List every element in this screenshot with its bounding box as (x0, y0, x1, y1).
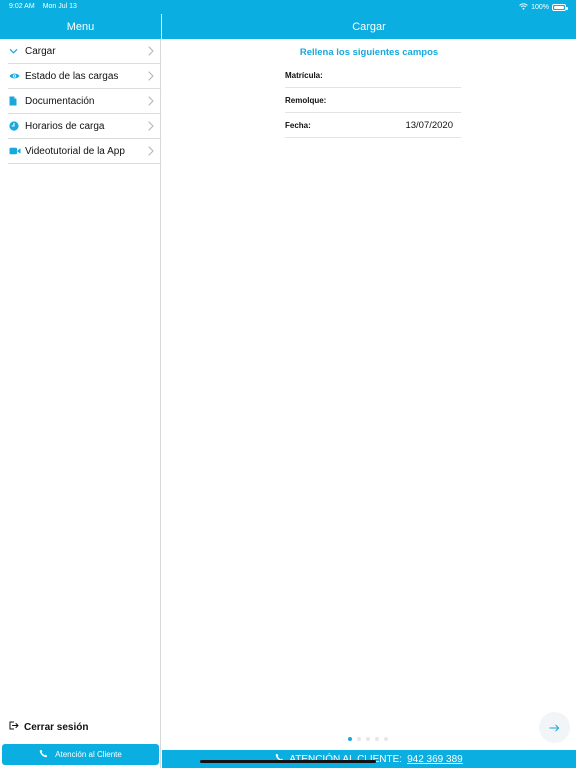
chevron-down-icon (8, 47, 25, 56)
document-icon (8, 96, 25, 106)
sidebar-header: Menu (0, 14, 161, 39)
battery-icon (552, 4, 568, 11)
chevron-right-icon (148, 146, 154, 159)
chevron-right-icon (148, 71, 154, 84)
chevron-right-icon (148, 96, 154, 109)
chevron-right-icon (148, 121, 154, 134)
arrow-right-icon (549, 719, 560, 737)
page-dot[interactable] (375, 737, 379, 741)
customer-service-bar: ATENCIÓN AL CLIENTE: 942 369 389 (162, 750, 576, 768)
page-title: Cargar (352, 20, 386, 33)
logout-label: Cerrar sesión (24, 721, 89, 733)
form-title: Rellena los siguientes campos (299, 47, 439, 58)
home-indicator[interactable] (200, 760, 376, 763)
support-label: Atención al Cliente (55, 750, 122, 759)
field-label: Remolque: (285, 95, 327, 105)
eye-icon (8, 72, 25, 80)
sidebar-item-horarios[interactable]: Horarios de carga (8, 114, 161, 139)
status-date: Mon Jul 13 (42, 3, 77, 10)
main-panel: Cargar Rellena los siguientes campos Mat… (162, 0, 576, 768)
sidebar-item-label: Estado de las cargas (25, 70, 119, 82)
page-dot-active[interactable] (348, 737, 352, 741)
main-header: Cargar (162, 14, 576, 39)
video-camera-icon (8, 147, 25, 155)
sidebar-item-estado-cargas[interactable]: Estado de las cargas (8, 64, 161, 89)
menu-list: Cargar Estado de las cargas Documentació (8, 39, 161, 164)
page-indicator[interactable] (348, 737, 388, 741)
sidebar-item-label: Documentación (25, 95, 95, 107)
field-label: Matrícula: (285, 70, 323, 80)
wifi-icon (519, 3, 528, 12)
sidebar-title: Menu (66, 20, 95, 33)
sidebar-item-documentacion[interactable]: Documentación (8, 89, 161, 114)
field-value[interactable]: 13/07/2020 (405, 120, 461, 131)
next-button[interactable] (539, 712, 570, 743)
page-dot[interactable] (366, 737, 370, 741)
date-field[interactable]: Fecha: 13/07/2020 (285, 113, 461, 138)
page-dot[interactable] (357, 737, 361, 741)
license-plate-field[interactable]: Matrícula: (285, 63, 461, 88)
battery-percent: 100% (531, 4, 549, 11)
field-label: Fecha: (285, 120, 311, 130)
sidebar: Menu Cargar Estado de las cargas Documen… (0, 0, 161, 768)
app-window: Menu Cargar Estado de las cargas Documen… (0, 0, 576, 768)
sidebar-item-label: Horarios de carga (25, 120, 105, 132)
sidebar-item-cargar[interactable]: Cargar (8, 39, 161, 64)
trailer-field[interactable]: Remolque: (285, 88, 461, 113)
status-time: 9:02 AM (9, 3, 35, 10)
page-dot[interactable] (384, 737, 388, 741)
clock-icon (8, 121, 25, 131)
chevron-right-icon (148, 46, 154, 59)
sidebar-item-label: Videotutorial de la App (25, 145, 125, 157)
customer-support-button[interactable]: Atención al Cliente (2, 744, 159, 765)
logout-icon (9, 721, 19, 733)
sidebar-item-videotutorial[interactable]: Videotutorial de la App (8, 139, 161, 164)
phone-icon (39, 749, 48, 760)
phone-icon (275, 753, 284, 765)
phone-number-link[interactable]: 942 369 389 (407, 754, 463, 765)
logout-button[interactable]: Cerrar sesión (9, 721, 88, 733)
status-bar: 9:02 AM Mon Jul 13 100% (0, 0, 576, 14)
sidebar-item-label: Cargar (25, 45, 56, 57)
